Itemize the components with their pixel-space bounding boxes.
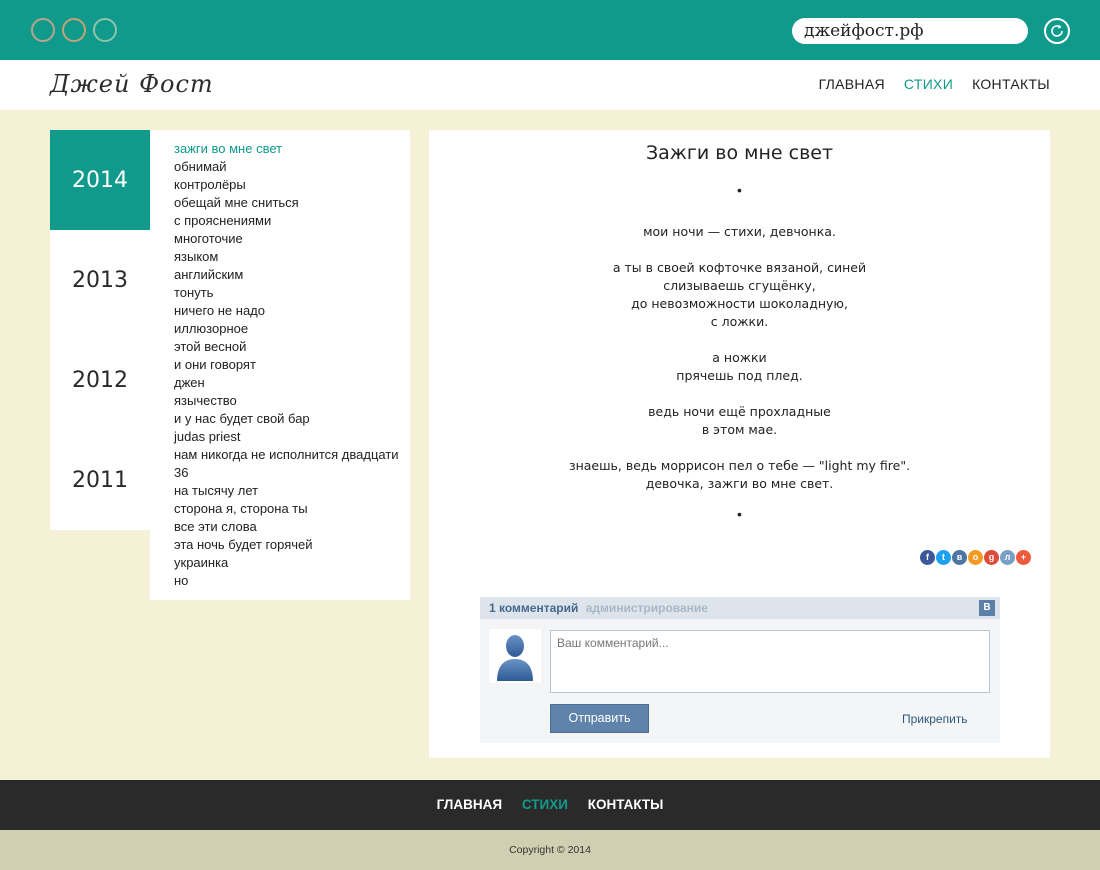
poem-line: девочка, зажги во мне свет. bbox=[645, 476, 834, 491]
poem-link[interactable]: на тысячу лет bbox=[174, 482, 410, 500]
separator-dot: • bbox=[737, 182, 742, 198]
poem-line: слизываешь сгущёнку, bbox=[663, 278, 816, 293]
comments-widget: 1 комментарий администрирование В Ваш ко… bbox=[480, 597, 1000, 743]
poem-link[interactable]: и они говорят bbox=[174, 356, 410, 374]
poem-link[interactable]: джен bbox=[174, 374, 410, 392]
send-button[interactable]: Отправить bbox=[550, 704, 649, 733]
poem-link[interactable]: язычество bbox=[174, 392, 410, 410]
poem-line: а ты в своей кофточке вязаной, синей bbox=[612, 260, 867, 275]
window-circle-icon[interactable] bbox=[31, 18, 55, 42]
poem-link[interactable]: зажги во мне свет bbox=[174, 140, 410, 158]
copyright: Copyright © 2014 bbox=[0, 830, 1100, 870]
poem-stanza: знаешь, ведь моррисон пел о тебе — "ligh… bbox=[429, 457, 1050, 493]
poem-text: мои ночи — стихи, девчонка. а ты в своей … bbox=[429, 223, 1050, 511]
year-tab-2012[interactable]: 2012 bbox=[50, 330, 150, 430]
vk-logo-icon: В bbox=[979, 600, 995, 616]
poem-link[interactable]: эта ночь будет горячей bbox=[174, 536, 410, 554]
poem-link[interactable]: обещай мне сниться bbox=[174, 194, 410, 212]
nav-item-home[interactable]: ГЛАВНАЯ bbox=[819, 76, 885, 92]
poem-list: зажги во мне свет обнимай контролёры обещай… bbox=[150, 130, 410, 600]
year-list: 2014 2013 2012 2011 bbox=[50, 130, 164, 530]
poem-line: с ложки. bbox=[710, 314, 769, 329]
livejournal-icon[interactable]: л bbox=[1000, 550, 1015, 565]
poem-link[interactable]: нам никогда не исполнится двадцати bbox=[174, 446, 410, 464]
poem-link[interactable]: judas priest bbox=[174, 428, 410, 446]
nav-item-poems[interactable]: СТИХИ bbox=[904, 76, 953, 92]
nav-item-contacts[interactable]: КОНТАКТЫ bbox=[972, 76, 1050, 92]
poem-link[interactable]: ничего не надо bbox=[174, 302, 410, 320]
year-tab-2013[interactable]: 2013 bbox=[50, 230, 150, 330]
site-header: Джей Фост ГЛАВНАЯ СТИХИ КОНТАКТЫ bbox=[0, 60, 1100, 110]
year-tab-2014[interactable]: 2014 bbox=[50, 130, 164, 230]
address-bar[interactable]: джейфост.рф bbox=[792, 18, 1028, 44]
reload-icon[interactable] bbox=[1044, 18, 1070, 44]
poem-link[interactable]: контролёры bbox=[174, 176, 410, 194]
window-circle-icon[interactable] bbox=[93, 18, 117, 42]
footer-nav: ГЛАВНАЯ СТИХИ КОНТАКТЫ bbox=[0, 797, 1100, 812]
year-tab-2011[interactable]: 2011 bbox=[50, 430, 150, 530]
share-buttons: f t в о g л + bbox=[920, 550, 1031, 565]
poem-link[interactable]: тонуть bbox=[174, 284, 410, 302]
attach-link[interactable]: Прикрепить bbox=[902, 712, 968, 726]
poem-stanza: а ножки прячешь под плед. bbox=[429, 349, 1050, 385]
footer-nav-poems[interactable]: СТИХИ bbox=[522, 797, 568, 812]
poem-stanza: мои ночи — стихи, девчонка. bbox=[429, 223, 1050, 241]
poem-line: а ножки bbox=[712, 350, 767, 365]
googleplus-icon[interactable]: g bbox=[984, 550, 999, 565]
poem-link[interactable]: многоточие bbox=[174, 230, 410, 248]
poem-stanza: а ты в своей кофточке вязаной, синей слиз… bbox=[429, 259, 1050, 331]
poem-line: до невозможности шоколадную, bbox=[631, 296, 848, 311]
comment-input[interactable]: Ваш комментарий... bbox=[550, 630, 990, 693]
comments-header: 1 комментарий администрирование bbox=[480, 597, 1000, 619]
poem-link[interactable]: языком bbox=[174, 248, 410, 266]
odnoklassniki-icon[interactable]: о bbox=[968, 550, 983, 565]
comments-count[interactable]: 1 комментарий bbox=[489, 601, 578, 615]
poem-link[interactable]: с прояснениями bbox=[174, 212, 410, 230]
poem-link[interactable]: этой весной bbox=[174, 338, 410, 356]
footer-nav-home[interactable]: ГЛАВНАЯ bbox=[437, 797, 503, 812]
main-nav: ГЛАВНАЯ СТИХИ КОНТАКТЫ bbox=[819, 76, 1050, 92]
poem-stanza: ведь ночи ещё прохладные в этом мае. bbox=[429, 403, 1050, 439]
poem-link[interactable]: и у нас будет свой бар bbox=[174, 410, 410, 428]
browser-bar: джейфост.рф bbox=[0, 0, 1100, 60]
poem-line: мои ночи — стихи, девчонка. bbox=[643, 224, 836, 239]
more-icon[interactable]: + bbox=[1016, 550, 1031, 565]
poem-title: Зажги во мне свет bbox=[645, 142, 834, 164]
admin-link[interactable]: администрирование bbox=[586, 601, 708, 615]
site-logo[interactable]: Джей Фост bbox=[50, 70, 214, 98]
facebook-icon[interactable]: f bbox=[920, 550, 935, 565]
separator-dot: • bbox=[737, 506, 742, 522]
poem-link[interactable]: сторона я, сторона ты bbox=[174, 500, 410, 518]
poem-link[interactable]: обнимай bbox=[174, 158, 410, 176]
site-footer: ГЛАВНАЯ СТИХИ КОНТАКТЫ bbox=[0, 780, 1100, 830]
window-circle-icon[interactable] bbox=[62, 18, 86, 42]
poem-link[interactable]: все эти слова bbox=[174, 518, 410, 536]
poem-link[interactable]: 36 bbox=[174, 464, 410, 482]
poem-link[interactable]: но bbox=[174, 572, 410, 590]
avatar bbox=[489, 629, 541, 683]
twitter-icon[interactable]: t bbox=[936, 550, 951, 565]
poem-link[interactable]: иллюзорное bbox=[174, 320, 410, 338]
vk-icon[interactable]: в bbox=[952, 550, 967, 565]
footer-nav-contacts[interactable]: КОНТАКТЫ bbox=[588, 797, 664, 812]
user-avatar-icon bbox=[497, 635, 533, 681]
poem-line: ведь ночи ещё прохладные bbox=[648, 404, 831, 419]
poem-line: в этом мае. bbox=[701, 422, 778, 437]
poem-content: Зажги во мне свет • мои ночи — стихи, де… bbox=[429, 130, 1050, 758]
poem-link[interactable]: английским bbox=[174, 266, 410, 284]
poem-line: прячешь под плед. bbox=[676, 368, 803, 383]
poem-link[interactable]: украинка bbox=[174, 554, 410, 572]
poem-line: знаешь, ведь моррисон пел о тебе — "ligh… bbox=[568, 458, 911, 473]
